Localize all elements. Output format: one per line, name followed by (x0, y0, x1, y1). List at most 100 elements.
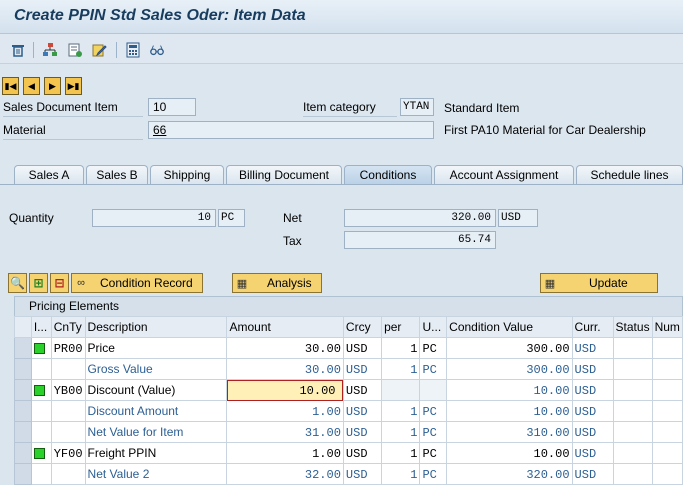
row-selector[interactable] (14, 463, 32, 485)
first-icon: ▮◀ (4, 80, 17, 91)
num-cell (651, 442, 683, 464)
condition-record-button[interactable]: ∞ Condition Record (71, 273, 203, 293)
trash-icon[interactable] (10, 42, 26, 58)
notes-icon[interactable] (67, 42, 83, 58)
table-row[interactable]: Net Value 2 32.00 USD 1 PC 320.00 USD (14, 463, 683, 485)
table-row[interactable]: YF00 Freight PPIN 1.00 USD 1 PC 10.00 USD (14, 442, 683, 464)
cnty-cell[interactable] (50, 358, 86, 380)
sales-doc-item-field[interactable]: 10 (148, 98, 196, 116)
table-row[interactable]: Gross Value 30.00 USD 1 PC 300.00 USD (14, 358, 683, 380)
cnty-cell[interactable]: PR00 (50, 337, 86, 359)
status-text-cell (612, 379, 653, 401)
amount-cell[interactable]: 10.00 (226, 379, 344, 401)
row-selector[interactable] (14, 379, 32, 401)
net-label: Net (283, 211, 302, 225)
material-label: Material (3, 123, 143, 140)
description-cell: Net Value 2 (84, 463, 228, 485)
col-amount[interactable]: Amount (226, 316, 344, 338)
col-description[interactable]: Description (84, 316, 228, 338)
net-currency-field: USD (498, 209, 538, 227)
table-row[interactable]: Discount Amount 1.00 USD 1 PC 10.00 USD (14, 400, 683, 422)
col-status[interactable]: Status (612, 316, 653, 338)
condition-value-cell-text: 320.00 (526, 467, 570, 482)
row-selector[interactable] (14, 358, 32, 380)
tab-conditions[interactable]: Conditions (344, 165, 432, 185)
row-selector[interactable] (14, 442, 32, 464)
next-item-button[interactable]: ▶ (44, 77, 61, 95)
last-icon: ▶▮ (67, 80, 80, 91)
crcy-cell[interactable]: USD (342, 442, 383, 464)
row-selector[interactable] (14, 421, 32, 443)
status-cell (30, 337, 52, 359)
table-row[interactable]: YB00 Discount (Value) 10.00 USD 10.00 USD (14, 379, 683, 401)
amount-cell[interactable]: 30.00 (226, 337, 344, 359)
glasses-icon[interactable] (149, 42, 165, 58)
num-cell (651, 337, 683, 359)
tab-billing-document[interactable]: Billing Document (226, 165, 342, 185)
col-curr[interactable]: Curr. (571, 316, 614, 338)
cnty-cell[interactable] (50, 463, 86, 485)
col-indicator[interactable]: I... (30, 316, 52, 338)
col-per[interactable]: per (381, 316, 421, 338)
cnty-cell-text: YF00 (53, 446, 83, 461)
insert-row-button[interactable]: ⊞ (29, 273, 48, 293)
edit-icon[interactable] (91, 42, 107, 58)
uom-cell[interactable]: PC (419, 442, 448, 464)
uom-cell[interactable]: PC (419, 337, 448, 359)
crcy-cell[interactable]: USD (342, 379, 383, 401)
org-icon[interactable] (42, 42, 58, 58)
cnty-cell[interactable] (50, 421, 86, 443)
quantity-field: 10 (92, 209, 216, 227)
update-button[interactable]: ▦ Update (540, 273, 658, 293)
crcy-cell-text: USD (345, 404, 368, 419)
condition-value-cell-text: 10.00 (533, 446, 570, 461)
per-cell[interactable]: 1 (381, 442, 421, 464)
row-selector[interactable] (14, 337, 32, 359)
tab-account-assignment[interactable]: Account Assignment (434, 165, 574, 185)
col-uom[interactable]: U... (419, 316, 448, 338)
material-description: First PA10 Material for Car Dealership (444, 123, 646, 137)
row-selector[interactable] (14, 400, 32, 422)
uom-cell[interactable] (419, 379, 448, 401)
analysis-label: Analysis (267, 276, 312, 290)
cnty-cell[interactable]: YB00 (50, 379, 86, 401)
row-selector-header[interactable] (14, 316, 32, 338)
item-category-field[interactable]: YTAN (400, 98, 434, 116)
tab-shipping[interactable]: Shipping (150, 165, 224, 185)
per-cell[interactable] (381, 379, 421, 401)
curr-cell: USD (571, 421, 614, 443)
tab-sales-b[interactable]: Sales B (86, 165, 148, 185)
previous-item-button[interactable]: ◀ (23, 77, 40, 95)
per-cell[interactable]: 1 (381, 337, 421, 359)
per-cell-text: 1 (410, 404, 418, 419)
tab-schedule-lines[interactable]: Schedule lines (576, 165, 683, 185)
details-button[interactable]: 🔍 (8, 273, 27, 293)
cnty-cell[interactable]: YF00 (50, 442, 86, 464)
item-category-description: Standard Item (444, 101, 520, 115)
crcy-cell-text: USD (345, 383, 368, 398)
update-label: Update (589, 276, 628, 290)
table-row[interactable]: Net Value for Item 31.00 USD 1 PC 310.00 USD (14, 421, 683, 443)
curr-cell: USD (571, 400, 614, 422)
crcy-cell: USD (342, 463, 383, 485)
amount-cell[interactable]: 1.00 (226, 442, 344, 464)
last-item-button[interactable]: ▶▮ (65, 77, 82, 95)
col-num[interactable]: Num (651, 316, 683, 338)
uom-cell: PC (419, 463, 448, 485)
per-cell-text: 1 (410, 467, 418, 482)
analysis-button[interactable]: ▦ Analysis (232, 273, 322, 293)
col-cnty[interactable]: CnTy (50, 316, 86, 338)
calculator-icon[interactable] (125, 42, 141, 58)
table-row[interactable]: PR00 Price 30.00 USD 1 PC 300.00 USD (14, 337, 683, 359)
crcy-cell[interactable]: USD (342, 337, 383, 359)
col-crcy[interactable]: Crcy (342, 316, 383, 338)
pricing-table: I... CnTy Description Amount Crcy per U.… (14, 316, 683, 485)
col-condition-value[interactable]: Condition Value (446, 316, 573, 338)
per-cell-text: 1 (410, 341, 418, 356)
delete-row-button[interactable]: ⊟ (50, 273, 69, 293)
first-item-button[interactable]: ▮◀ (2, 77, 19, 95)
cnty-cell[interactable] (50, 400, 86, 422)
material-field[interactable]: 66 (148, 121, 434, 139)
amount-cell-text: 31.00 (304, 425, 341, 440)
tab-sales-a[interactable]: Sales A (14, 165, 84, 185)
